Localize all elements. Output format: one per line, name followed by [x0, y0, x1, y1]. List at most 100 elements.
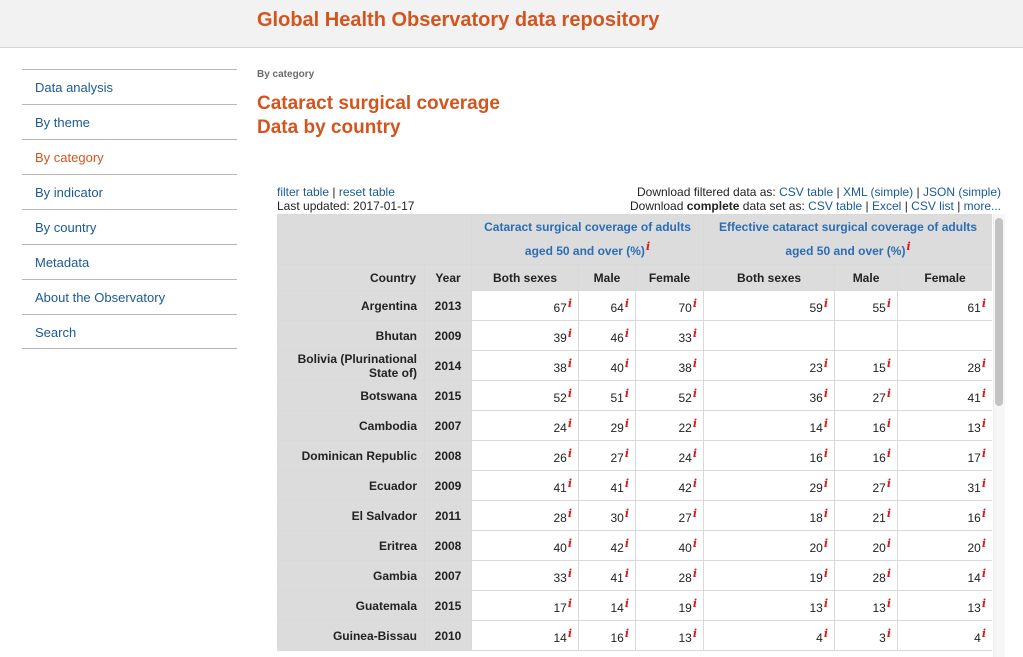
info-note-icon[interactable]: i [693, 477, 697, 490]
info-note-icon[interactable]: i [625, 447, 629, 460]
info-note-icon[interactable]: i [693, 507, 697, 520]
info-note-icon[interactable]: i [824, 627, 828, 640]
site-title[interactable]: Global Health Observatory data repositor… [257, 9, 659, 32]
info-note-icon[interactable]: i [625, 357, 629, 370]
info-note-icon[interactable]: i [693, 627, 697, 640]
info-note-icon[interactable]: i [824, 447, 828, 460]
info-note-icon[interactable]: i [568, 297, 572, 310]
info-note-icon[interactable]: i [982, 537, 986, 550]
sidebar-item-metadata[interactable]: Metadata [22, 244, 237, 279]
info-note-icon[interactable]: i [625, 327, 629, 340]
info-note-icon[interactable]: i [982, 507, 986, 520]
info-note-icon[interactable]: i [625, 627, 629, 640]
info-note-icon[interactable]: i [982, 477, 986, 490]
column-header-female[interactable]: Female [897, 264, 992, 291]
info-note-icon[interactable]: i [982, 597, 986, 610]
info-note-icon[interactable]: i [982, 357, 986, 370]
info-note-icon[interactable]: i [982, 417, 986, 430]
column-header-both-sexes[interactable]: Both sexes [471, 264, 579, 291]
info-note-icon[interactable]: i [625, 567, 629, 580]
sidebar-item-about[interactable]: About the Observatory [22, 279, 237, 314]
info-note-icon[interactable]: i [625, 507, 629, 520]
info-note-icon[interactable]: i [625, 597, 629, 610]
info-note-icon[interactable]: i [824, 417, 828, 430]
info-note-icon[interactable]: i [887, 537, 891, 550]
sidebar-item-by-theme[interactable]: By theme [22, 104, 237, 139]
info-note-icon[interactable]: i [824, 567, 828, 580]
column-header-country[interactable]: Country [277, 264, 425, 291]
info-note-icon[interactable]: i [824, 537, 828, 550]
info-note-icon[interactable]: i [568, 597, 572, 610]
download-complete-more-link[interactable]: more... [964, 199, 1001, 213]
column-group-header[interactable]: Cataract surgical coverage of adults age… [470, 214, 705, 265]
info-note-icon[interactable]: i [568, 507, 572, 520]
info-note-icon[interactable]: i [693, 597, 697, 610]
info-note-icon[interactable]: i [824, 507, 828, 520]
sidebar-item-by-country[interactable]: By country [22, 209, 237, 244]
info-note-icon[interactable]: i [887, 477, 891, 490]
info-note-icon[interactable]: i [887, 387, 891, 400]
scrollbar-thumb[interactable] [995, 218, 1003, 406]
info-note-icon[interactable]: i [693, 567, 697, 580]
info-note-icon[interactable]: i [568, 477, 572, 490]
info-note-icon[interactable]: i [568, 447, 572, 460]
download-complete-csv-link[interactable]: CSV table [808, 199, 862, 213]
info-note-icon[interactable]: i [887, 627, 891, 640]
info-note-icon[interactable]: i [693, 387, 697, 400]
column-header-male[interactable]: Male [578, 264, 636, 291]
column-group-header[interactable]: Effective cataract surgical coverage of … [703, 214, 992, 265]
info-note-icon[interactable]: i [887, 507, 891, 520]
sidebar-item-data-analysis[interactable]: Data analysis [22, 69, 237, 104]
info-note-icon[interactable]: i [568, 417, 572, 430]
filter-table-link[interactable]: filter table [277, 185, 329, 199]
info-note-icon[interactable]: i [982, 387, 986, 400]
info-note-icon[interactable]: i [693, 417, 697, 430]
info-note-icon[interactable]: i [568, 537, 572, 550]
info-note-icon[interactable]: i [982, 447, 986, 460]
info-note-icon[interactable]: i [824, 357, 828, 370]
info-note-icon[interactable]: i [887, 447, 891, 460]
column-header-male[interactable]: Male [834, 264, 899, 291]
info-note-icon[interactable]: i [887, 417, 891, 430]
info-note-icon[interactable]: i [646, 240, 650, 253]
info-note-icon[interactable]: i [982, 627, 986, 640]
info-note-icon[interactable]: i [887, 297, 891, 310]
info-note-icon[interactable]: i [887, 567, 891, 580]
info-note-icon[interactable]: i [625, 297, 629, 310]
column-header-both-sexes[interactable]: Both sexes [703, 264, 836, 291]
info-note-icon[interactable]: i [887, 597, 891, 610]
info-note-icon[interactable]: i [982, 297, 986, 310]
download-filtered-json-link[interactable]: JSON (simple) [923, 185, 1001, 199]
info-note-icon[interactable]: i [693, 537, 697, 550]
info-note-icon[interactable]: i [693, 447, 697, 460]
info-note-icon[interactable]: i [568, 567, 572, 580]
download-filtered-xml-link[interactable]: XML (simple) [843, 185, 913, 199]
info-note-icon[interactable]: i [568, 387, 572, 400]
sidebar-item-search[interactable]: Search [22, 314, 237, 349]
info-note-icon[interactable]: i [693, 357, 697, 370]
info-note-icon[interactable]: i [906, 240, 910, 253]
info-note-icon[interactable]: i [693, 297, 697, 310]
info-note-icon[interactable]: i [693, 327, 697, 340]
info-note-icon[interactable]: i [824, 597, 828, 610]
info-note-icon[interactable]: i [625, 387, 629, 400]
info-note-icon[interactable]: i [625, 477, 629, 490]
info-note-icon[interactable]: i [824, 297, 828, 310]
download-complete-excel-link[interactable]: Excel [872, 199, 901, 213]
info-note-icon[interactable]: i [568, 627, 572, 640]
info-note-icon[interactable]: i [568, 327, 572, 340]
column-header-female[interactable]: Female [634, 264, 705, 291]
download-complete-csv-list-link[interactable]: CSV list [911, 199, 954, 213]
download-filtered-csv-link[interactable]: CSV table [779, 185, 833, 199]
info-note-icon[interactable]: i [625, 537, 629, 550]
column-header-year[interactable]: Year [424, 264, 472, 291]
reset-table-link[interactable]: reset table [339, 185, 395, 199]
info-note-icon[interactable]: i [887, 357, 891, 370]
info-note-icon[interactable]: i [568, 357, 572, 370]
sidebar-item-by-indicator[interactable]: By indicator [22, 174, 237, 209]
info-note-icon[interactable]: i [982, 567, 986, 580]
info-note-icon[interactable]: i [824, 477, 828, 490]
sidebar-item-by-category[interactable]: By category [22, 139, 237, 174]
info-note-icon[interactable]: i [625, 417, 629, 430]
info-note-icon[interactable]: i [824, 387, 828, 400]
